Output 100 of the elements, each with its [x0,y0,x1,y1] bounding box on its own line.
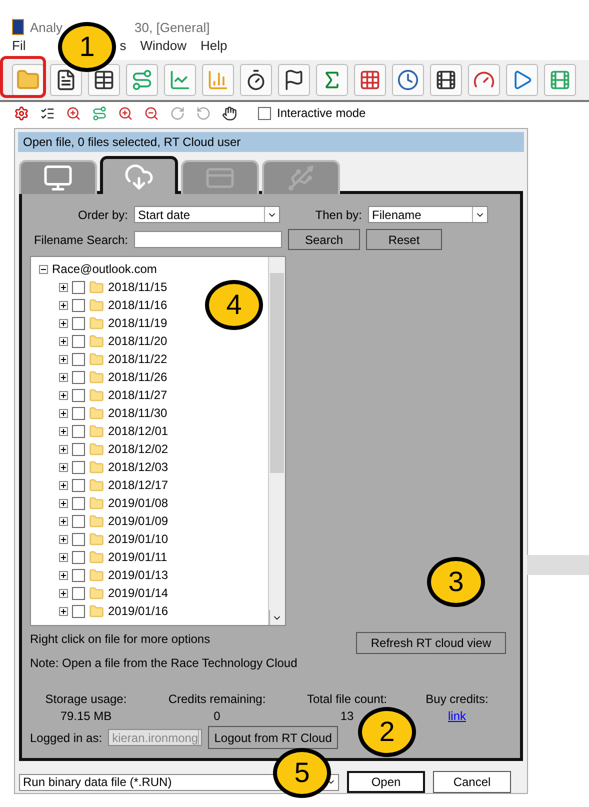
file-checkbox[interactable] [72,280,85,294]
date-folder-item[interactable]: 2019/01/13 [108,568,168,582]
open-folder-button[interactable] [12,64,44,96]
date-folder-item[interactable]: 2018/11/22 [108,352,168,366]
expand-icon[interactable] [59,426,68,436]
date-folder-item[interactable]: 2019/01/08 [108,496,168,510]
date-folder-item[interactable]: 2018/11/16 [108,298,168,312]
flag-icon [283,69,305,91]
date-folder-item[interactable]: 2018/12/01 [108,424,168,438]
expand-icon[interactable] [59,282,68,292]
expand-icon[interactable] [59,516,68,526]
collapse-icon[interactable] [39,264,48,274]
search-button[interactable]: Search [288,229,360,250]
file-checkbox[interactable] [72,514,85,528]
logout-button[interactable]: Logout from RT Cloud [208,726,338,749]
expand-icon[interactable] [59,336,68,346]
scrollbar[interactable] [268,257,285,625]
background-panel [527,555,589,575]
expand-icon[interactable] [59,318,68,328]
expand-icon[interactable] [59,462,68,472]
folder-icon [89,280,104,294]
expand-icon[interactable] [59,372,68,382]
expand-icon[interactable] [59,390,68,400]
file-checkbox[interactable] [72,496,85,510]
toolbar-button[interactable] [430,64,462,96]
date-folder-item[interactable]: 2018/11/26 [108,370,168,384]
buy-credits-link[interactable]: link [448,709,466,723]
date-folder-item[interactable]: 2019/01/09 [108,514,168,528]
expand-icon[interactable] [59,498,68,508]
expand-icon[interactable] [59,480,68,490]
toolbar-button[interactable] [50,64,82,96]
date-folder-item[interactable]: 2018/11/20 [108,334,168,348]
date-folder-item[interactable]: 2018/11/15 [108,280,168,294]
note-text: Note: Open a file from the Race Technology Cloud [30,656,298,670]
toolbar-button[interactable] [88,64,120,96]
file-checkbox[interactable] [72,460,85,474]
expand-icon[interactable] [59,534,68,544]
menu-item[interactable]: s [120,38,126,52]
date-folder-item[interactable]: 2018/12/17 [108,478,168,492]
folder-icon [89,460,104,474]
interactive-mode-label: Interactive mode [277,106,366,120]
file-checkbox[interactable] [72,316,85,330]
cancel-button[interactable]: Cancel [433,771,511,793]
date-folder-item[interactable]: 2018/11/27 [108,388,168,402]
menu-item[interactable]: Window [140,38,186,52]
source-tab[interactable] [100,156,178,194]
expand-icon[interactable] [59,444,68,454]
account-tree-item[interactable]: Race@outlook.com [52,262,157,276]
expand-icon[interactable] [59,570,68,580]
file-checkbox[interactable] [72,352,85,366]
date-folder-item[interactable]: 2018/11/30 [108,406,168,420]
zoom-out-icon [144,106,158,120]
file-checkbox[interactable] [72,406,85,420]
interactive-mode-checkbox[interactable] [258,106,271,120]
date-folder-item[interactable]: 2018/12/03 [108,460,168,474]
expand-icon[interactable] [59,588,68,598]
file-checkbox[interactable] [72,586,85,600]
date-folder-item[interactable]: 2018/12/02 [108,442,168,456]
stat-label: Total file count: [306,692,388,706]
file-checkbox[interactable] [72,298,85,312]
date-folder-item[interactable]: 2019/01/16 [108,604,168,618]
file-checkbox[interactable] [72,370,85,384]
date-folder-item[interactable]: 2019/01/11 [108,550,168,564]
date-folder-item[interactable]: 2019/01/14 [108,586,168,600]
file-checkbox[interactable] [72,424,85,438]
folder-icon [89,316,104,330]
date-folder-item[interactable]: 2019/01/10 [108,532,168,546]
expand-icon[interactable] [59,354,68,364]
dialog-header: Open file, 0 files selected, RT Cloud user [18,132,524,152]
date-folder-item[interactable]: 2018/11/19 [108,316,168,330]
filename-search-label: Filename Search: [32,232,128,246]
expand-icon[interactable] [59,408,68,418]
toolbar-button[interactable] [278,64,310,96]
window-title: 30, [General] [134,20,210,34]
expand-icon[interactable] [59,300,68,310]
file-checkbox[interactable] [72,388,85,402]
file-checkbox[interactable] [72,550,85,564]
open-button[interactable]: Open [347,771,425,793]
folder-icon [89,406,104,420]
film-icon [435,69,457,91]
file-checkbox[interactable] [72,604,85,618]
reset-button[interactable]: Reset [366,229,442,250]
then-by-dropdown[interactable]: Filename [368,206,488,223]
toolbar-button[interactable] [240,64,272,96]
toolbar-button[interactable] [220,104,238,122]
file-checkbox[interactable] [72,442,85,456]
film-icon [549,69,571,91]
menu-item[interactable]: Fil [12,38,26,52]
file-checkbox[interactable] [72,568,85,582]
folder-icon [89,604,104,618]
grid-icon [359,69,381,91]
expand-icon[interactable] [59,552,68,562]
filename-search-field[interactable] [134,231,282,248]
order-by-dropdown[interactable]: Start date [134,206,280,223]
file-checkbox[interactable] [72,334,85,348]
refresh-button[interactable]: Refresh RT cloud view [356,632,506,654]
file-checkbox[interactable] [72,532,85,546]
menu-item[interactable]: Help [200,38,228,52]
expand-icon[interactable] [59,606,68,616]
file-checkbox[interactable] [72,478,85,492]
